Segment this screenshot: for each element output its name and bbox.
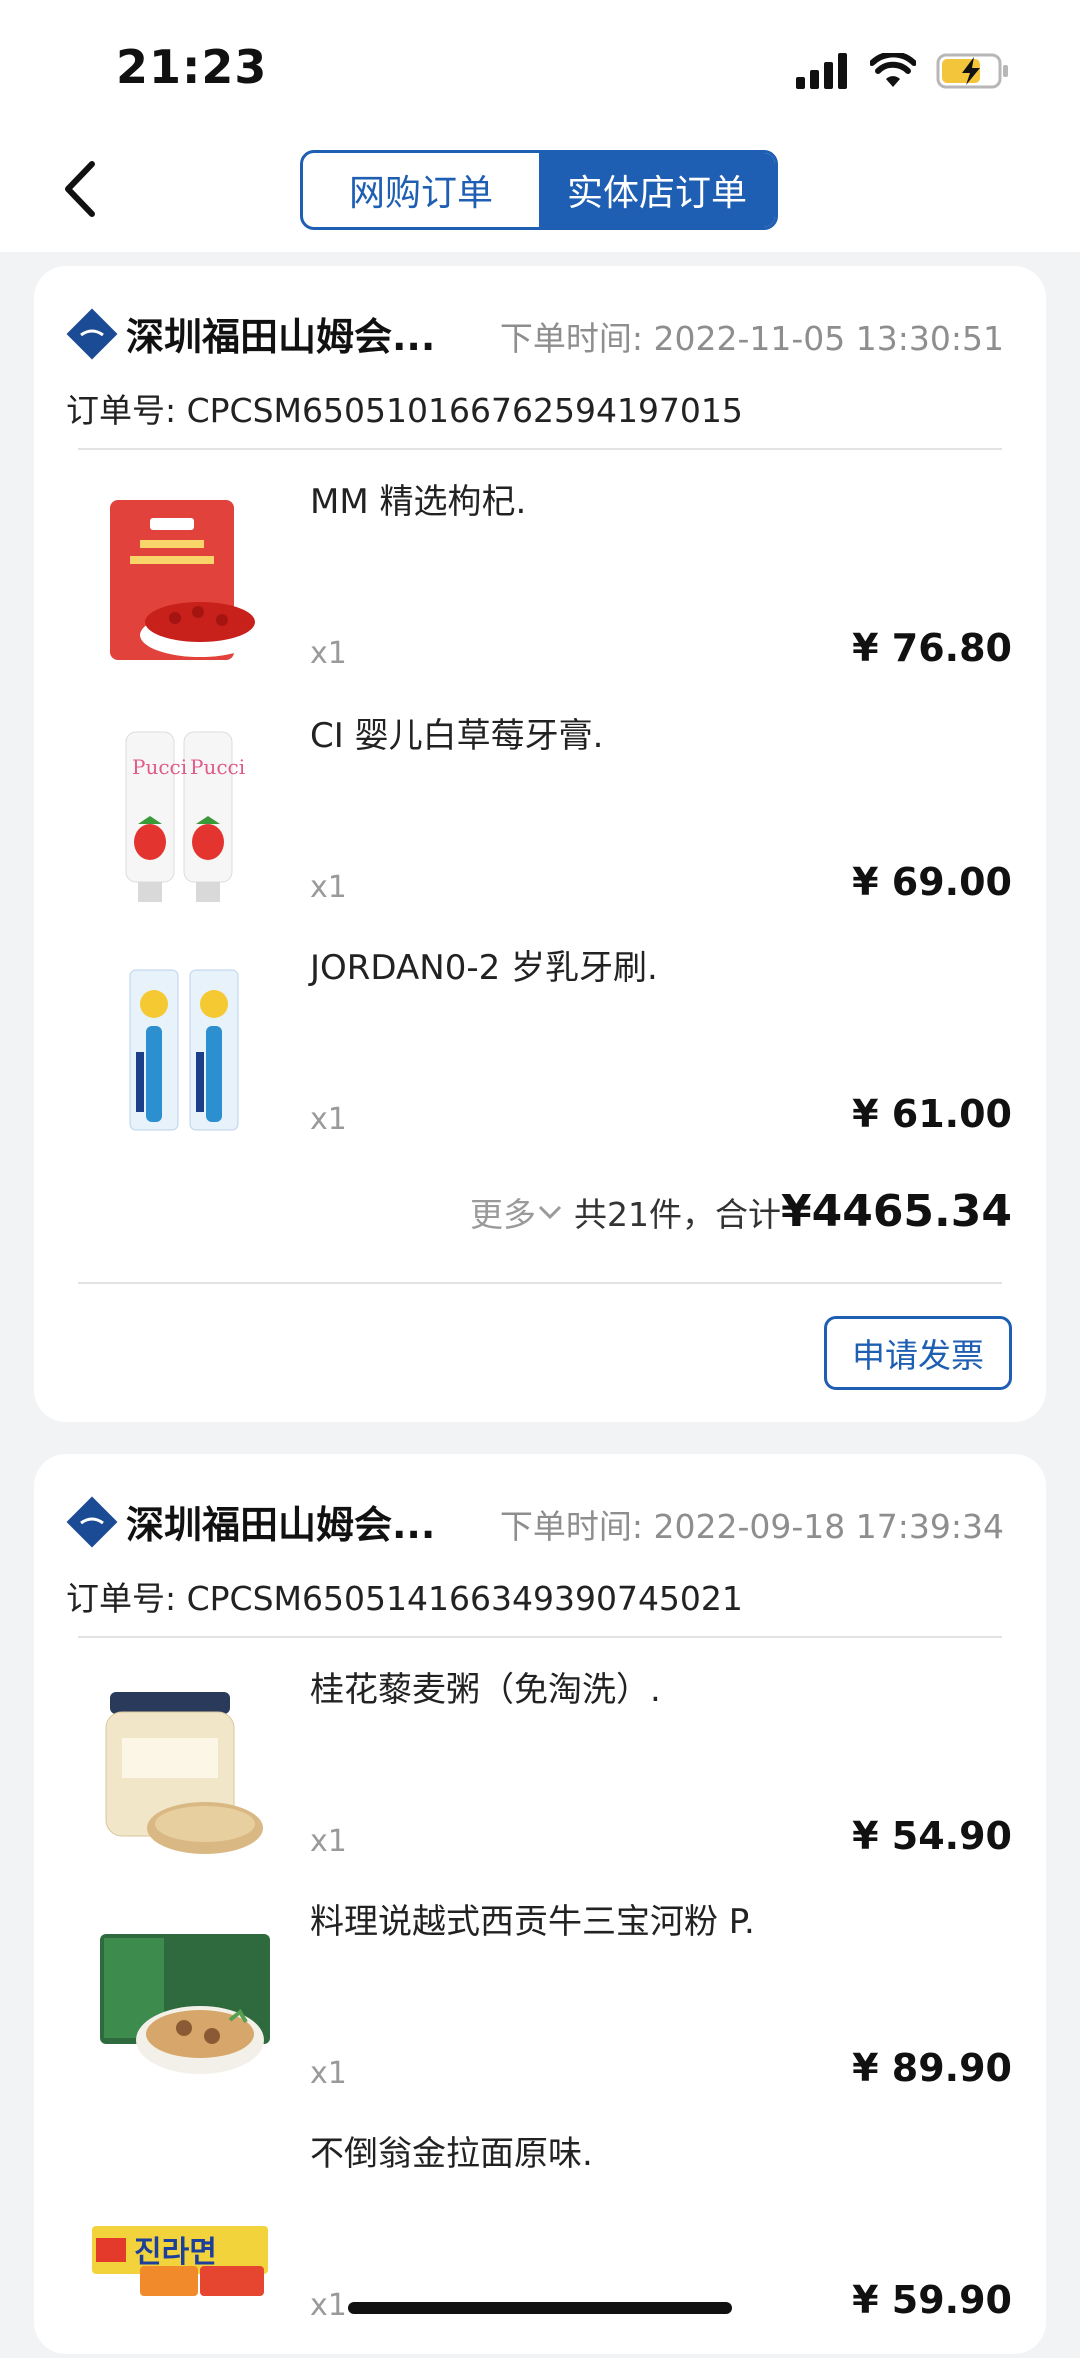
- order-item[interactable]: JORDAN0-2 岁乳牙刷. x1 ¥ 61.00: [34, 940, 1046, 1172]
- store-name: 深圳福田山姆会...: [126, 315, 436, 359]
- order-item[interactable]: 料理说越式西贡牛三宝河粉 P. x1 ¥ 89.90: [34, 1894, 1046, 2126]
- order-total: ¥4465.34: [780, 1186, 1012, 1237]
- product-quantity: x1: [310, 636, 347, 671]
- order-summary: 更多 共21件，合计 ¥4465.34: [470, 1186, 1012, 1237]
- tab-store-orders[interactable]: 实体店订单: [539, 153, 775, 227]
- product-price: ¥ 89.90: [852, 2046, 1012, 2090]
- product-price: ¥ 54.90: [852, 1814, 1012, 1858]
- product-price: ¥ 76.80: [852, 626, 1012, 670]
- product-quantity: x1: [310, 1824, 347, 1859]
- store-header: 深圳福田山姆会...: [66, 306, 435, 361]
- product-image-toothbrush: [129, 969, 239, 1131]
- product-name: 桂花藜麦粥（免淘洗）.: [310, 1670, 661, 1710]
- product-price: ¥ 59.90: [852, 2278, 1012, 2322]
- store-header: 深圳福田山姆会...: [66, 1494, 435, 1549]
- battery-charging-icon: [936, 53, 1008, 89]
- order-time: 下单时间: 2022-11-05 13:30:51: [499, 319, 1004, 358]
- status-icons: [796, 48, 1010, 94]
- order-item[interactable]: 桂花藜麦粥（免淘洗）. x1 ¥ 54.90: [34, 1662, 1046, 1894]
- more-label: 更多: [469, 1195, 536, 1234]
- order-item[interactable]: 진라면 不倒翁金拉面原味. x1 ¥ 59.90: [34, 2126, 1046, 2358]
- store-name: 深圳福田山姆会...: [126, 1503, 436, 1547]
- divider: [78, 448, 1002, 450]
- svg-text:Pucci: Pucci: [190, 755, 245, 779]
- order-item[interactable]: Pucci Pucci CI 婴儿白草莓牙膏. x1 ¥ 69.00: [34, 708, 1046, 940]
- svg-text:진라면: 진라면: [134, 2235, 217, 2270]
- status-time: 21:23: [116, 40, 268, 94]
- order-number: 订单号: CPCSM650514166349390745021: [66, 1579, 743, 1618]
- item-count: 共21件，合计: [573, 1195, 781, 1234]
- order-time: 下单时间: 2022-09-18 17:39:34: [499, 1507, 1004, 1546]
- tab-online-orders[interactable]: 网购订单: [303, 153, 539, 227]
- product-name: JORDAN0-2 岁乳牙刷.: [310, 948, 658, 988]
- product-name: 不倒翁金拉面原味.: [310, 2134, 593, 2174]
- divider: [78, 1636, 1002, 1638]
- more-toggle[interactable]: 更多: [470, 1188, 564, 1236]
- product-name: MM 精选枸杞.: [310, 482, 527, 522]
- sams-club-logo-icon: [66, 308, 118, 359]
- product-image-goji: [110, 500, 260, 660]
- product-image-porridge: [105, 1692, 263, 1854]
- order-type-switch: 网购订单 实体店订单: [300, 150, 778, 230]
- back-button[interactable]: [56, 158, 104, 220]
- product-quantity: x1: [310, 2056, 347, 2091]
- sams-club-logo-icon: [66, 1496, 118, 1547]
- svg-text:Pucci: Pucci: [132, 755, 187, 779]
- chevron-left-icon: [65, 161, 95, 217]
- order-card[interactable]: 深圳福田山姆会... 下单时间: 2022-09-18 17:39:34 订单号…: [34, 1454, 1046, 2354]
- order-item[interactable]: MM 精选枸杞. x1 ¥ 76.80: [34, 474, 1046, 706]
- wifi-icon: [870, 53, 916, 87]
- header: 21:23 网购订单 实体店订单: [0, 0, 1080, 252]
- product-quantity: x1: [310, 2288, 347, 2323]
- product-image-rice-noodle: [100, 1934, 270, 2074]
- order-card[interactable]: 深圳福田山姆会... 下单时间: 2022-11-05 13:30:51 订单号…: [34, 266, 1046, 1422]
- product-price: ¥ 61.00: [852, 1092, 1012, 1136]
- signal-icon: [796, 53, 847, 89]
- product-quantity: x1: [310, 1102, 347, 1137]
- apply-invoice-button[interactable]: 申请发票: [824, 1316, 1012, 1390]
- chevron-down-icon: [538, 1205, 562, 1220]
- order-number: 订单号: CPCSM65051016676259419701​5: [66, 391, 743, 430]
- product-image-ramen: 진라면: [92, 2226, 268, 2296]
- product-name: CI 婴儿白草莓牙膏.: [310, 716, 604, 756]
- home-indicator[interactable]: [348, 2302, 732, 2314]
- product-quantity: x1: [310, 870, 347, 905]
- product-price: ¥ 69.00: [852, 860, 1012, 904]
- product-image-toothpaste: Pucci Pucci: [125, 731, 245, 902]
- divider: [78, 1282, 1002, 1284]
- product-name: 料理说越式西贡牛三宝河粉 P.: [310, 1902, 755, 1942]
